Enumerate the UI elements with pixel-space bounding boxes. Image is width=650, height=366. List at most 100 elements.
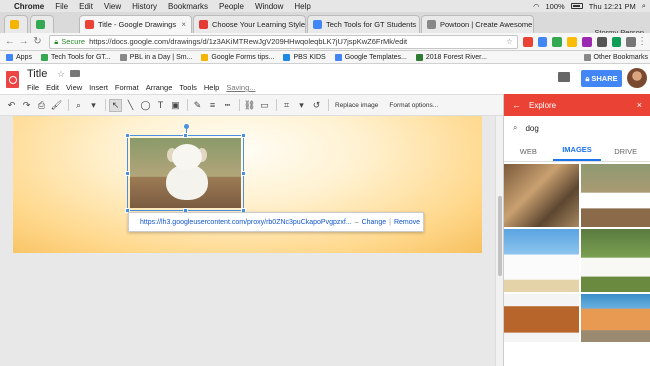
scrollbar-thumb[interactable] — [498, 196, 502, 276]
drawings-logo-icon[interactable] — [6, 71, 19, 88]
back-arrow-icon[interactable]: ← — [512, 100, 521, 110]
extension-icon[interactable] — [522, 36, 533, 47]
forward-icon[interactable]: → — [18, 36, 30, 47]
tab-powtoon[interactable]: Powtoon | Create Awesome V × — [421, 15, 534, 33]
doc-menu-arrange[interactable]: Arrange — [146, 83, 173, 92]
back-icon[interactable]: ← — [4, 36, 16, 47]
url-text[interactable]: https://docs.google.com/drawings/d/1z3AK… — [89, 37, 407, 46]
close-tab-icon[interactable]: × — [305, 20, 306, 29]
bookmark-apps[interactable]: Apps — [6, 53, 32, 61]
image-icon[interactable]: ▣ — [169, 99, 182, 112]
extension-icon[interactable] — [596, 36, 607, 47]
menu-chrome[interactable]: Chrome — [14, 2, 44, 11]
doc-menu-edit[interactable]: Edit — [46, 83, 59, 92]
tab-learning-style[interactable]: Choose Your Learning Style × — [193, 15, 306, 33]
redo-icon[interactable]: ↷ — [20, 99, 33, 112]
menu-people[interactable]: People — [219, 2, 244, 11]
extension-icon[interactable] — [567, 36, 578, 47]
menu-window[interactable]: Window — [255, 2, 283, 11]
format-options-button[interactable]: Format options... — [389, 102, 438, 109]
doc-menu-format[interactable]: Format — [115, 83, 139, 92]
menu-history[interactable]: History — [132, 2, 157, 11]
mask-image-icon[interactable]: ▾ — [295, 99, 308, 112]
zoom-dropdown-icon[interactable]: ▾ — [87, 99, 100, 112]
image-link-url[interactable]: https://lh3.googleusercontent.com/proxy/… — [140, 219, 352, 226]
resize-handle[interactable] — [241, 171, 246, 176]
link-icon[interactable]: ⛓︎ — [243, 99, 256, 112]
image-result-brown-puppy[interactable] — [504, 294, 579, 342]
line-icon[interactable]: ╲ — [124, 99, 137, 112]
doc-menu-file[interactable]: File — [27, 83, 39, 92]
explore-search[interactable]: ⌕ dog — [504, 116, 650, 140]
reload-icon[interactable]: ↻ — [32, 36, 44, 47]
border-weight-icon[interactable]: ≡ — [206, 99, 219, 112]
menu-edit[interactable]: Edit — [79, 2, 93, 11]
search-icon[interactable]: ⌕ — [513, 123, 517, 133]
change-link-button[interactable]: Change — [362, 219, 387, 226]
selected-dog-image[interactable] — [125, 133, 246, 213]
tab-google-drawings[interactable]: Title - Google Drawings × — [79, 15, 192, 33]
doc-menu-help[interactable]: Help — [204, 83, 219, 92]
select-cursor-icon[interactable]: ↖ — [109, 98, 122, 112]
chrome-menu-icon[interactable]: ⋮ — [636, 36, 648, 47]
resize-handle[interactable] — [241, 133, 246, 138]
tab-pinned-2[interactable] — [30, 15, 54, 33]
menu-help[interactable]: Help — [294, 2, 310, 11]
spotlight-icon[interactable]: ⌕ — [642, 1, 646, 11]
tab-pinned-1[interactable] — [4, 15, 28, 33]
bookmark-item[interactable]: Google Forms tips... — [201, 53, 274, 61]
shape-icon[interactable]: ◯ — [139, 99, 152, 112]
close-tab-icon[interactable]: × — [177, 20, 186, 29]
reset-image-icon[interactable]: ↺ — [310, 99, 323, 112]
drawing-canvas[interactable] — [13, 116, 482, 253]
rotate-handle[interactable] — [184, 124, 189, 129]
menu-view[interactable]: View — [104, 2, 121, 11]
resize-handle[interactable] — [125, 171, 130, 176]
doc-menu-view[interactable]: View — [66, 83, 82, 92]
border-dash-icon[interactable]: ┅ — [221, 99, 234, 112]
close-tab-icon[interactable]: × — [416, 20, 419, 29]
image-result-corgi[interactable] — [581, 294, 650, 342]
text-box-icon[interactable]: T — [154, 99, 167, 112]
resize-handle[interactable] — [125, 133, 130, 138]
extension-icon[interactable] — [626, 36, 637, 47]
paint-format-icon[interactable]: 🖌︎ — [50, 99, 63, 112]
doc-menu-insert[interactable]: Insert — [89, 83, 108, 92]
extension-icon[interactable] — [611, 36, 622, 47]
clock[interactable]: Thu 12:21 PM — [589, 2, 636, 11]
replace-image-button[interactable]: Replace image — [335, 102, 378, 109]
extension-icon[interactable] — [582, 36, 592, 47]
zoom-icon[interactable]: ⌕ — [72, 99, 85, 112]
menu-bookmarks[interactable]: Bookmarks — [168, 2, 208, 11]
bookmark-item[interactable]: PBL in a Day | Sm... — [119, 53, 192, 61]
resize-handle[interactable] — [183, 133, 188, 138]
image-result-collage[interactable] — [504, 164, 579, 227]
lock-icon[interactable]: 🔒︎ — [54, 37, 58, 47]
print-icon[interactable]: ⎙ — [35, 99, 48, 112]
folder-icon[interactable] — [70, 70, 80, 77]
crop-icon[interactable]: ⌗ — [280, 99, 293, 112]
image-result-puppy-grass[interactable] — [581, 229, 650, 292]
address-bar[interactable]: 🔒︎ Secure https://docs.google.com/drawin… — [49, 34, 518, 49]
star-icon[interactable]: ☆ — [57, 69, 65, 80]
image-result-samoyed[interactable] — [504, 229, 579, 292]
tab-images[interactable]: IMAGES — [552, 145, 602, 161]
extension-icon[interactable] — [552, 36, 563, 47]
explore-query[interactable]: dog — [525, 124, 538, 133]
border-color-icon[interactable]: ✎ — [191, 99, 204, 112]
undo-icon[interactable]: ↶ — [5, 99, 18, 112]
tab-tech-tools[interactable]: Tech Tools for GT Students × — [307, 15, 420, 33]
avatar[interactable] — [627, 68, 647, 88]
tab-web[interactable]: WEB — [504, 147, 553, 161]
bookmark-item[interactable]: PBS KIDS — [283, 53, 326, 61]
share-button[interactable]: 🔒︎ SHARE — [581, 70, 622, 87]
doc-title[interactable]: Title — [27, 68, 47, 80]
image-result-white-puppy[interactable] — [581, 164, 650, 227]
menu-file[interactable]: File — [55, 2, 68, 11]
bookmark-star-icon[interactable]: ☆ — [506, 37, 513, 46]
bookmark-item[interactable]: Tech Tools for GT... — [40, 53, 111, 61]
bookmark-item[interactable]: 2018 Forest River... — [415, 53, 487, 61]
canvas-scrollbar[interactable] — [495, 116, 503, 366]
comments-icon[interactable] — [558, 72, 570, 82]
extension-icon[interactable] — [537, 36, 548, 47]
